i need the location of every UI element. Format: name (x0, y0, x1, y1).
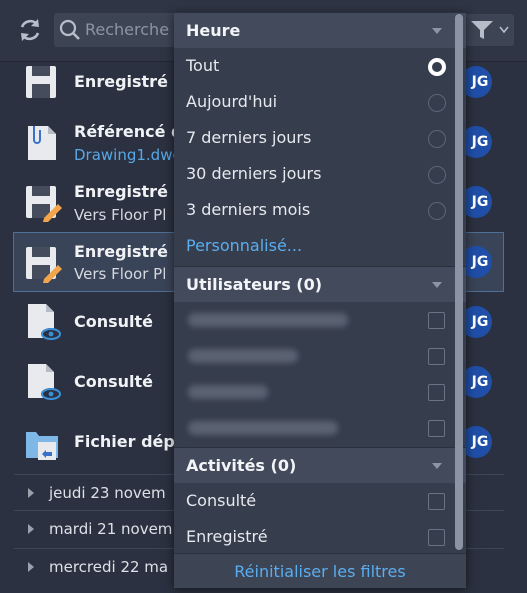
section-title: Heure (186, 21, 241, 40)
view-document-icon (28, 304, 61, 340)
avatar-initials: JG (471, 314, 489, 330)
chevron-down-icon (432, 463, 442, 469)
time-option[interactable]: Tout (174, 48, 452, 84)
avatar-initials: JG (471, 194, 489, 210)
save-icon (26, 66, 56, 98)
radio[interactable] (428, 130, 446, 148)
section-header-time[interactable]: Heure (174, 12, 466, 48)
section-header-users[interactable]: Utilisateurs (0) (174, 266, 466, 302)
refresh-icon[interactable] (16, 16, 44, 44)
avatar-initials: JG (471, 374, 489, 390)
activity-option[interactable]: Consulté (174, 483, 452, 519)
search-icon (59, 19, 80, 40)
search-input[interactable]: Recherche (54, 13, 176, 47)
activity-title: Enregistré (74, 72, 168, 91)
radio[interactable] (428, 166, 446, 184)
option-label: Consulté (186, 491, 257, 510)
activity-option[interactable]: Enregistré (174, 519, 452, 555)
radio[interactable] (428, 202, 446, 220)
radio[interactable] (428, 94, 446, 112)
time-option[interactable]: 7 derniers jours (174, 120, 452, 156)
custom-range-link[interactable]: Personnalisé... (174, 228, 452, 264)
activity-link[interactable]: Drawing1.dwg (74, 146, 182, 164)
search-placeholder: Recherche (85, 20, 170, 39)
checkbox[interactable] (428, 348, 445, 365)
section-title: Utilisateurs (0) (186, 275, 323, 294)
save-edit-icon (26, 247, 62, 283)
chevron-down-icon (432, 28, 442, 34)
reset-filters-button[interactable]: Réinitialiser les filtres (174, 553, 466, 588)
blurred-user-name (188, 421, 338, 435)
option-label: 3 derniers mois (186, 200, 311, 219)
attachment-document-icon (28, 126, 56, 160)
option-label: Tout (186, 56, 220, 75)
checkbox[interactable] (428, 529, 445, 546)
user-option[interactable] (174, 338, 452, 374)
avatar-initials: JG (471, 434, 489, 450)
checkbox[interactable] (428, 384, 445, 401)
filter-icon (471, 21, 493, 39)
reset-filters-label: Réinitialiser les filtres (234, 562, 406, 581)
checkbox[interactable] (428, 420, 445, 437)
blurred-user-name (188, 385, 268, 399)
avatar-initials: JG (471, 254, 489, 270)
custom-range-label: Personnalisé... (186, 236, 303, 255)
activity-title: Consulté (74, 372, 154, 391)
activity-title: Enregistré s (74, 182, 184, 201)
caret-right-icon (28, 524, 34, 534)
option-label: Aujourd'hui (186, 92, 278, 111)
date-group-label: jeudi 23 novem (49, 484, 166, 502)
view-document-icon (28, 364, 61, 400)
caret-right-icon (28, 488, 34, 498)
option-label: 7 derniers jours (186, 128, 312, 147)
activity-title: Référencé d (74, 122, 183, 141)
blurred-user-name (188, 349, 298, 363)
date-group-label: mercredi 22 ma (49, 558, 169, 576)
section-header-activities[interactable]: Activités (0) (174, 447, 466, 483)
option-label: Enregistré (186, 527, 268, 546)
blurred-user-name (188, 313, 348, 327)
activity-title: Enregistré s (74, 242, 184, 261)
chevron-down-icon (499, 26, 509, 34)
chevron-down-icon (432, 282, 442, 288)
checkbox[interactable] (428, 312, 445, 329)
user-option[interactable] (174, 410, 452, 446)
save-edit-icon (26, 186, 62, 222)
filter-panel: Heure Tout Aujourd'hui 7 derniers jours … (174, 12, 466, 588)
avatar-initials: JG (471, 74, 489, 90)
user-option[interactable] (174, 374, 452, 410)
section-title: Activités (0) (186, 456, 297, 475)
caret-right-icon (28, 562, 34, 572)
checkbox[interactable] (428, 493, 445, 510)
time-option[interactable]: 30 derniers jours (174, 156, 452, 192)
activity-subtitle: Vers Floor Pl (74, 265, 167, 283)
user-option[interactable] (174, 302, 452, 338)
scrollbar-thumb[interactable] (455, 14, 463, 550)
activity-subtitle: Vers Floor Pl (74, 206, 167, 224)
radio-selected[interactable] (428, 58, 446, 76)
activity-title: Consulté (74, 312, 154, 331)
time-option[interactable]: Aujourd'hui (174, 84, 452, 120)
activity-title: Fichier dépl (74, 432, 181, 451)
avatar-initials: JG (471, 134, 489, 150)
time-option[interactable]: 3 derniers mois (174, 192, 452, 228)
folder-move-icon (26, 432, 58, 460)
date-group-label: mardi 21 novem (49, 520, 173, 538)
option-label: 30 derniers jours (186, 164, 322, 183)
filter-button[interactable] (464, 14, 514, 46)
